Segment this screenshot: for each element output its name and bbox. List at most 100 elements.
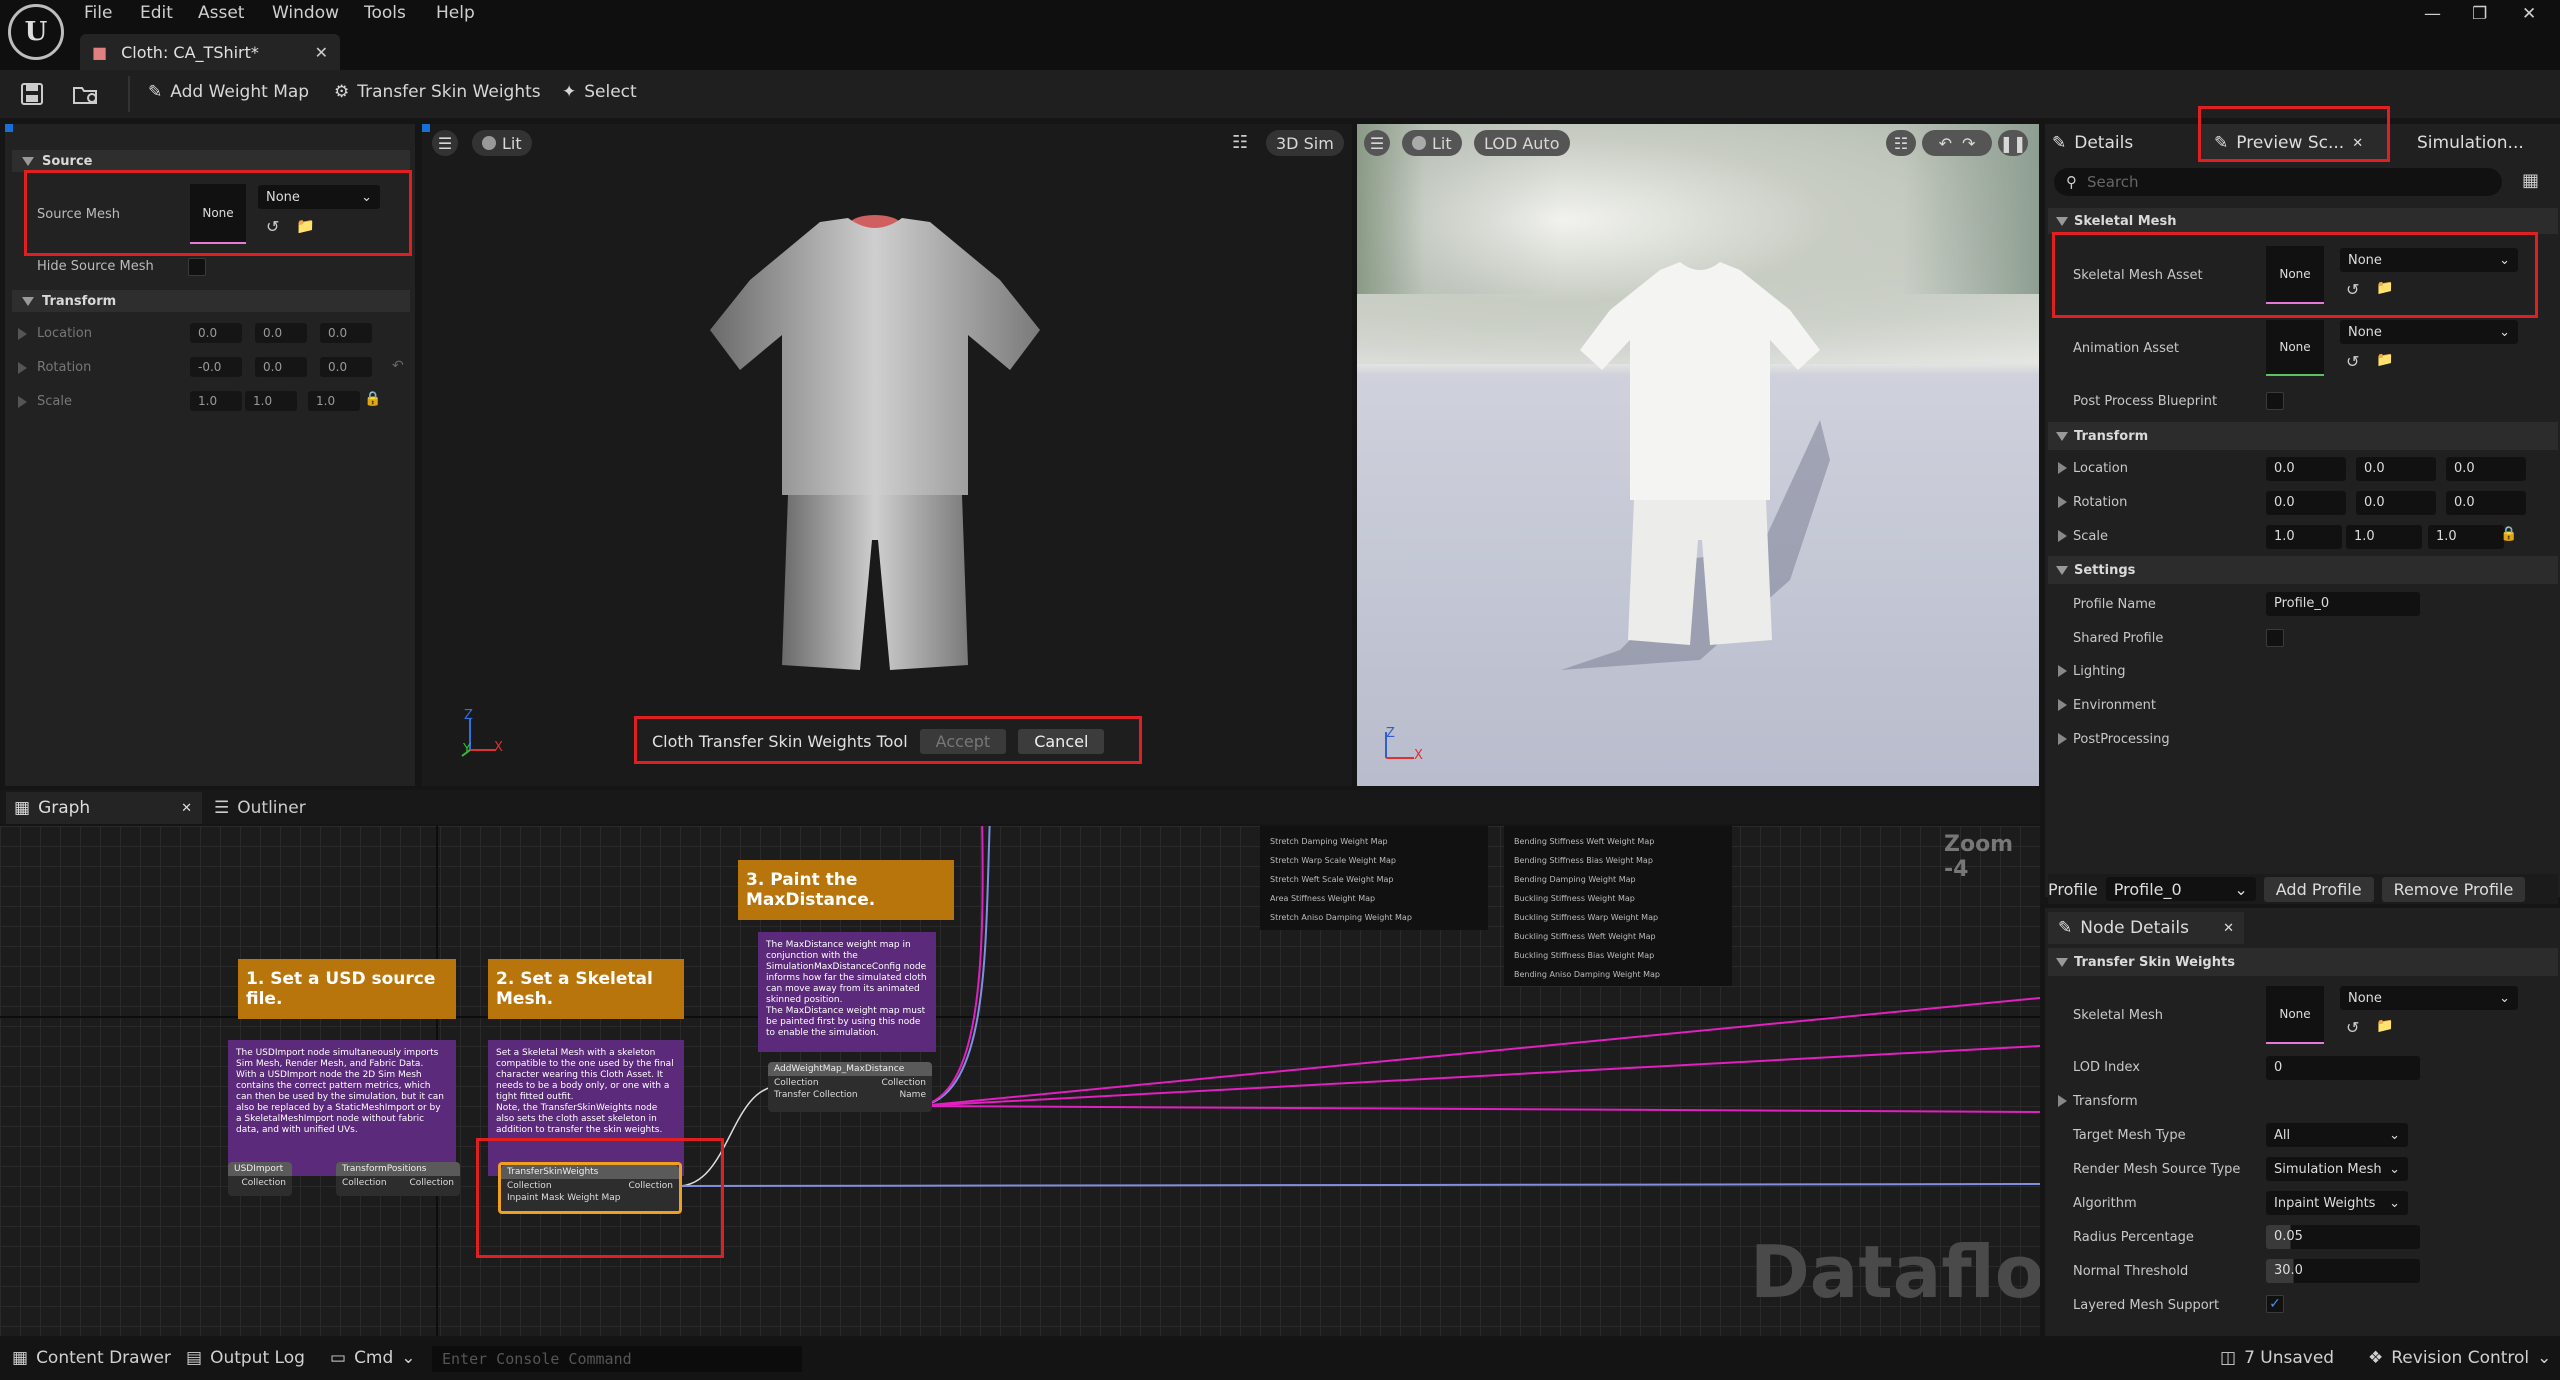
post-process-checkbox[interactable] — [2266, 392, 2284, 410]
dataflow-graph-canvas[interactable]: Zoom -4 Dataflow 1. Set a USD source fil… — [0, 826, 2040, 1336]
pin-collection-out[interactable]: Collection — [409, 1178, 454, 1188]
scale-z-field[interactable]: 1.0 — [2428, 525, 2504, 549]
expand-arrow-icon[interactable] — [2058, 699, 2067, 711]
render-mesh-source-dropdown[interactable]: Simulation Mesh ⌄ — [2266, 1157, 2408, 1181]
lod-index-field[interactable]: 0 — [2266, 1056, 2420, 1080]
console-input[interactable]: Enter Console Command — [432, 1346, 802, 1372]
menu-tools[interactable]: Tools — [364, 3, 406, 23]
note-usd-import[interactable]: The USDImport node simultaneously import… — [228, 1040, 456, 1176]
unreal-logo-icon[interactable]: U — [8, 4, 64, 60]
lock-icon[interactable]: 🔒 — [364, 391, 381, 407]
use-selected-icon[interactable]: ↺ — [2346, 1018, 2359, 1037]
3d-sim-button[interactable]: 3D Sim — [1266, 130, 1344, 156]
pin-collection-out[interactable]: Collection — [881, 1078, 926, 1088]
scale-x-field[interactable]: 1.0 — [2266, 525, 2342, 549]
expand-arrow-icon[interactable] — [18, 396, 27, 408]
layered-mesh-support-checkbox[interactable]: ✓ — [2266, 1295, 2284, 1313]
pause-icon[interactable]: ❚❚ — [1998, 130, 2028, 156]
minimize-icon[interactable]: — — [2424, 4, 2441, 24]
tab-node-details[interactable]: ✎ Node Details ✕ — [2048, 912, 2244, 944]
tab-simulation[interactable]: Simulation... — [2417, 124, 2524, 162]
reset-icon[interactable]: ↶ — [392, 358, 404, 374]
expand-arrow-icon[interactable] — [2058, 496, 2067, 508]
radius-percentage-field[interactable]: 0.05 — [2266, 1225, 2420, 1249]
pin-collection-in[interactable]: Collection — [774, 1078, 819, 1088]
algorithm-dropdown[interactable]: Inpaint Weights ⌄ — [2266, 1191, 2408, 1215]
lod-auto-button[interactable]: LOD Auto — [1474, 130, 1570, 156]
comment-skeletal-mesh[interactable]: 2. Set a Skeletal Mesh. — [488, 959, 684, 1019]
output-log-button[interactable]: ▤ Output Log — [186, 1348, 305, 1368]
cmd-dropdown[interactable]: ▭ Cmd ⌄ — [330, 1348, 416, 1368]
menu-asset[interactable]: Asset — [198, 3, 244, 23]
save-icon[interactable] — [20, 82, 44, 106]
menu-file[interactable]: File — [84, 3, 112, 23]
rotation-y-field[interactable]: 0.0 — [2356, 491, 2436, 515]
rotation-x-field[interactable]: 0.0 — [2266, 491, 2346, 515]
menu-edit[interactable]: Edit — [140, 3, 173, 23]
rotation-z-field[interactable]: 0.0 — [2446, 491, 2526, 515]
node-usd-import[interactable]: USDImport Collection — [228, 1162, 292, 1196]
undo-redo-buttons[interactable]: ↶ ↷ — [1922, 130, 1992, 156]
search-input[interactable]: ⚲ Search — [2054, 168, 2502, 196]
transfer-skin-weights-section[interactable]: Transfer Skin Weights — [2048, 948, 2558, 976]
location-y-field[interactable]: 0.0 — [255, 323, 307, 343]
expand-arrow-icon[interactable] — [18, 328, 27, 340]
location-z-field[interactable]: 0.0 — [2446, 457, 2526, 481]
rotation-y-field[interactable]: 0.0 — [255, 357, 307, 377]
profile-name-field[interactable]: Profile_0 — [2266, 592, 2420, 616]
node-transform-label[interactable]: Transform — [2073, 1094, 2138, 1109]
add-profile-button[interactable]: Add Profile — [2263, 876, 2374, 902]
animation-asset-thumbnail[interactable]: None — [2266, 320, 2324, 376]
pin-transfer-collection[interactable]: Transfer Collection — [774, 1090, 858, 1100]
location-x-field[interactable]: 0.0 — [190, 323, 242, 343]
restore-icon[interactable]: ❐ — [2472, 4, 2487, 24]
settings-section[interactable]: Settings — [2048, 556, 2558, 584]
use-selected-icon[interactable]: ↺ — [2346, 352, 2359, 371]
asset-tab[interactable]: ■ Cloth: CA_TShirt* ✕ — [80, 34, 340, 70]
rotation-z-field[interactable]: 0.0 — [320, 357, 372, 377]
revision-control-button[interactable]: ❖ Revision Control ⌄ — [2368, 1348, 2551, 1368]
viewport2-menu-button[interactable]: ☰ — [1364, 130, 1390, 156]
weight-map-list-node-2[interactable]: Bending Stiffness Weft Weight Map Bendin… — [1504, 826, 1732, 986]
node-transform-positions[interactable]: TransformPositions Collection Collection — [336, 1162, 460, 1196]
browse-folder-icon[interactable] — [72, 82, 100, 106]
skeletal-mesh-section[interactable]: Skeletal Mesh — [2048, 208, 2558, 234]
pin-collection[interactable]: Collection — [228, 1176, 292, 1190]
comment-max-distance[interactable]: 3. Paint the MaxDistance. — [738, 860, 954, 920]
menu-help[interactable]: Help — [436, 3, 475, 23]
view-options-icon[interactable]: ▦ — [2522, 170, 2539, 191]
pin-name[interactable]: Name — [899, 1090, 926, 1100]
scale-y-field[interactable]: 1.0 — [245, 391, 297, 411]
content-drawer-button[interactable]: ▦ Content Drawer — [12, 1348, 171, 1368]
close-window-icon[interactable]: ✕ — [2522, 4, 2536, 24]
location-x-field[interactable]: 0.0 — [2266, 457, 2346, 481]
node-skeletal-mesh-thumbnail[interactable]: None — [2266, 986, 2324, 1044]
browse-asset-icon[interactable]: 📁 — [2376, 352, 2393, 368]
select-button[interactable]: ✦ Select — [562, 82, 637, 102]
remove-profile-button[interactable]: Remove Profile — [2381, 876, 2526, 902]
node-add-weight-map[interactable]: AddWeightMap_MaxDistance Collection Colle… — [768, 1062, 932, 1112]
close-tab-icon[interactable]: ✕ — [2223, 921, 2234, 936]
environment-label[interactable]: Environment — [2073, 698, 2156, 713]
unsaved-button[interactable]: ◫ 7 Unsaved — [2220, 1348, 2334, 1368]
expand-arrow-icon[interactable] — [18, 362, 27, 374]
add-weight-map-button[interactable]: ✎ Add Weight Map — [148, 82, 309, 102]
redo-icon[interactable]: ↷ — [1962, 134, 1975, 153]
undo-icon[interactable]: ↶ — [1939, 134, 1952, 153]
expand-arrow-icon[interactable] — [2058, 733, 2067, 745]
expand-arrow-icon[interactable] — [2058, 1095, 2067, 1107]
location-z-field[interactable]: 0.0 — [320, 323, 372, 343]
close-tab-icon[interactable]: ✕ — [181, 801, 192, 816]
lit-mode-button-2[interactable]: Lit — [1402, 130, 1462, 156]
hide-source-mesh-checkbox[interactable] — [188, 258, 206, 276]
comment-usd-source[interactable]: 1. Set a USD source file. — [238, 959, 456, 1019]
animation-asset-dropdown[interactable]: None ⌄ — [2340, 320, 2518, 344]
node-skeletal-mesh-dropdown[interactable]: None ⌄ — [2340, 986, 2518, 1010]
note-max-distance[interactable]: The MaxDistance weight map in conjunctio… — [758, 932, 936, 1052]
scale-x-field[interactable]: 1.0 — [190, 391, 242, 411]
close-tab-icon[interactable]: ✕ — [315, 43, 328, 62]
lighting-label[interactable]: Lighting — [2073, 664, 2126, 679]
tab-details[interactable]: ✎ Details — [2052, 124, 2133, 162]
lock-icon[interactable]: 🔒 — [2500, 526, 2517, 542]
shared-profile-checkbox[interactable] — [2266, 629, 2284, 647]
